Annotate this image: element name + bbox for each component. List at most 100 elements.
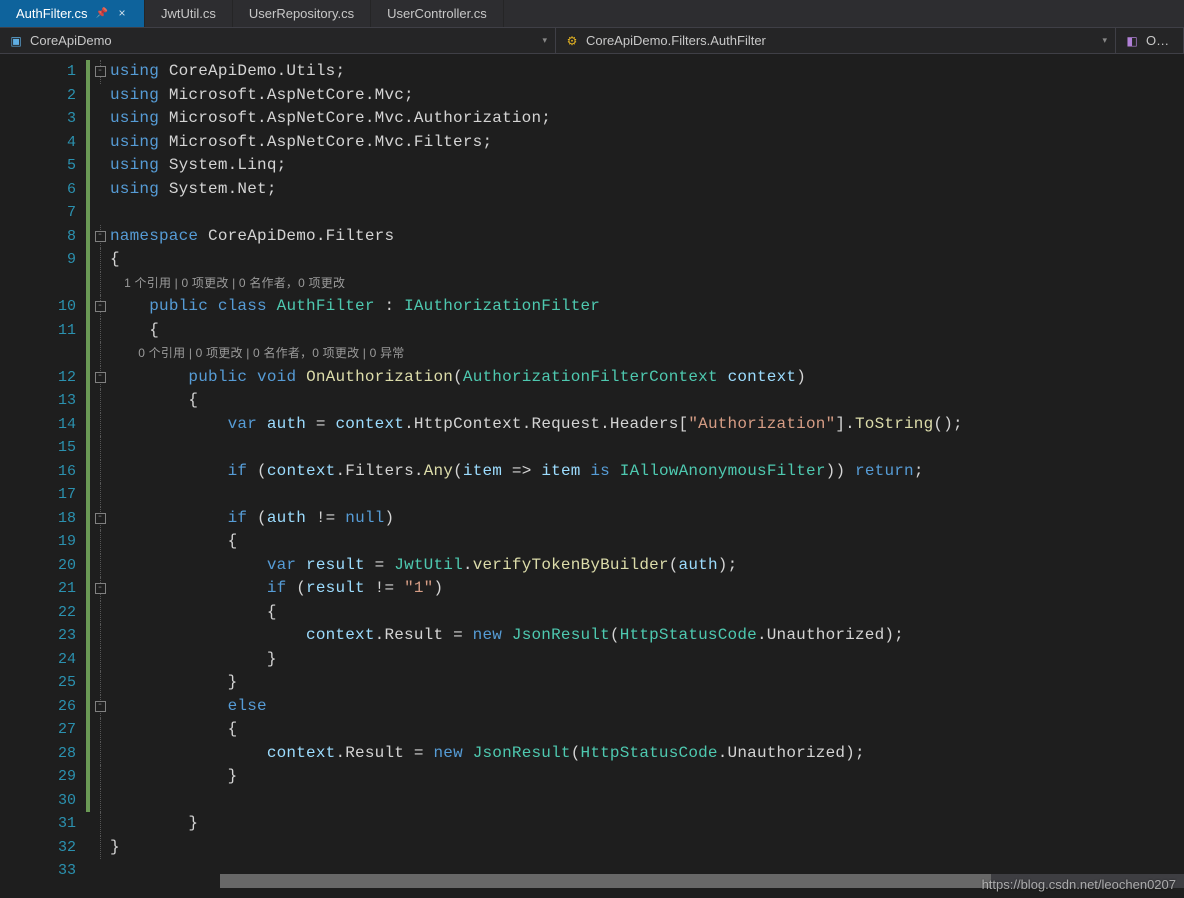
fold-toggle[interactable]: -	[95, 583, 106, 594]
tab-label: UserRepository.cs	[249, 6, 354, 21]
code-line[interactable]: {	[110, 248, 1184, 272]
line-number: 25	[0, 671, 76, 695]
tab-userrepository[interactable]: UserRepository.cs	[233, 0, 371, 27]
code-line[interactable]: var auth = context.HttpContext.Request.H…	[110, 413, 1184, 437]
code-line[interactable]: }	[110, 836, 1184, 860]
class-icon: ⚙	[564, 33, 580, 49]
line-number: 18	[0, 507, 76, 531]
fold-cell	[90, 836, 110, 860]
fold-cell	[90, 554, 110, 578]
code-line[interactable]: }	[110, 648, 1184, 672]
line-number: 5	[0, 154, 76, 178]
fold-cell	[90, 789, 110, 813]
fold-cell	[90, 84, 110, 108]
fold-toggle[interactable]: -	[95, 301, 106, 312]
code-line[interactable]	[110, 436, 1184, 460]
fold-cell	[90, 765, 110, 789]
nav-member-label: OnAu	[1146, 33, 1175, 48]
line-number: 29	[0, 765, 76, 789]
code-line[interactable]: public class AuthFilter : IAuthorization…	[110, 295, 1184, 319]
nav-member-dropdown[interactable]: ◧ OnAu	[1116, 28, 1184, 53]
code-line[interactable]: using System.Net;	[110, 178, 1184, 202]
fold-cell	[90, 601, 110, 625]
fold-cell	[90, 342, 110, 366]
code-line[interactable]: namespace CoreApiDemo.Filters	[110, 225, 1184, 249]
line-number: 32	[0, 836, 76, 860]
code-line[interactable]: using Microsoft.AspNetCore.Mvc.Filters;	[110, 131, 1184, 155]
code-line[interactable]: if (context.Filters.Any(item => item is …	[110, 460, 1184, 484]
fold-column: - - - - - - -	[90, 54, 110, 888]
scrollbar-thumb[interactable]	[220, 874, 991, 888]
method-icon: ◧	[1124, 33, 1140, 49]
line-number: 28	[0, 742, 76, 766]
code-line[interactable]: using System.Linq;	[110, 154, 1184, 178]
fold-cell	[90, 389, 110, 413]
code-line[interactable]: if (auth != null)	[110, 507, 1184, 531]
line-number: 16	[0, 460, 76, 484]
navigation-bar: ▣ CoreApiDemo ▾ ⚙ CoreApiDemo.Filters.Au…	[0, 28, 1184, 54]
line-number: 9	[0, 248, 76, 272]
code-line[interactable]: {	[110, 718, 1184, 742]
tab-jwtutil[interactable]: JwtUtil.cs	[145, 0, 233, 27]
line-number: 30	[0, 789, 76, 813]
fold-toggle[interactable]: -	[95, 231, 106, 242]
code-line[interactable]	[110, 483, 1184, 507]
code-line[interactable]: using CoreApiDemo.Utils;	[110, 60, 1184, 84]
code-line[interactable]: context.Result = new JsonResult(HttpStat…	[110, 624, 1184, 648]
code-line[interactable]: }	[110, 765, 1184, 789]
close-icon[interactable]: ×	[116, 8, 128, 20]
code-line[interactable]: var result = JwtUtil.verifyTokenByBuilde…	[110, 554, 1184, 578]
code-area[interactable]: using CoreApiDemo.Utils;using Microsoft.…	[110, 54, 1184, 888]
code-line[interactable]: {	[110, 389, 1184, 413]
line-number: 3	[0, 107, 76, 131]
fold-toggle[interactable]: -	[95, 513, 106, 524]
code-line[interactable]: {	[110, 601, 1184, 625]
fold-cell	[90, 178, 110, 202]
nav-class-dropdown[interactable]: ⚙ CoreApiDemo.Filters.AuthFilter ▾	[556, 28, 1116, 53]
fold-cell	[90, 718, 110, 742]
fold-cell: -	[90, 225, 110, 249]
code-line[interactable]	[110, 789, 1184, 813]
code-line[interactable]: {	[110, 319, 1184, 343]
line-number	[0, 342, 76, 366]
line-number: 12	[0, 366, 76, 390]
code-line[interactable]: }	[110, 671, 1184, 695]
code-line[interactable]: if (result != "1")	[110, 577, 1184, 601]
code-line[interactable]: using Microsoft.AspNetCore.Mvc.Authoriza…	[110, 107, 1184, 131]
fold-cell	[90, 648, 110, 672]
tab-label: AuthFilter.cs	[16, 6, 88, 21]
pin-icon[interactable]: 📌	[96, 8, 108, 19]
code-line[interactable]: context.Result = new JsonResult(HttpStat…	[110, 742, 1184, 766]
nav-project-dropdown[interactable]: ▣ CoreApiDemo ▾	[0, 28, 556, 53]
line-number: 13	[0, 389, 76, 413]
line-number: 23	[0, 624, 76, 648]
tab-label: UserController.cs	[387, 6, 487, 21]
line-number: 22	[0, 601, 76, 625]
code-line[interactable]: else	[110, 695, 1184, 719]
codelens-line[interactable]: 0 个引用 | 0 项更改 | 0 名作者，0 项更改 | 0 异常	[110, 342, 1184, 366]
fold-cell	[90, 248, 110, 272]
fold-cell	[90, 319, 110, 343]
code-line[interactable]: {	[110, 530, 1184, 554]
fold-toggle[interactable]: -	[95, 372, 106, 383]
tab-usercontroller[interactable]: UserController.cs	[371, 0, 504, 27]
horizontal-scrollbar[interactable]	[220, 874, 1184, 888]
code-line[interactable]	[110, 201, 1184, 225]
codelens-line[interactable]: 1 个引用 | 0 项更改 | 0 名作者，0 项更改	[110, 272, 1184, 296]
line-number: 1	[0, 60, 76, 84]
fold-toggle[interactable]: -	[95, 701, 106, 712]
code-line[interactable]: using Microsoft.AspNetCore.Mvc;	[110, 84, 1184, 108]
fold-cell: -	[90, 695, 110, 719]
tab-label: JwtUtil.cs	[161, 6, 216, 21]
chevron-down-icon: ▾	[1102, 35, 1107, 46]
tab-authfilter[interactable]: AuthFilter.cs 📌 ×	[0, 0, 145, 27]
fold-toggle[interactable]: -	[95, 66, 106, 77]
line-number: 4	[0, 131, 76, 155]
line-number: 6	[0, 178, 76, 202]
code-line[interactable]: public void OnAuthorization(Authorizatio…	[110, 366, 1184, 390]
code-line[interactable]: }	[110, 812, 1184, 836]
fold-cell: -	[90, 60, 110, 84]
nav-class-label: CoreApiDemo.Filters.AuthFilter	[586, 33, 1096, 48]
code-editor[interactable]: 1234567891011121314151617181920212223242…	[0, 54, 1184, 888]
fold-cell	[90, 107, 110, 131]
